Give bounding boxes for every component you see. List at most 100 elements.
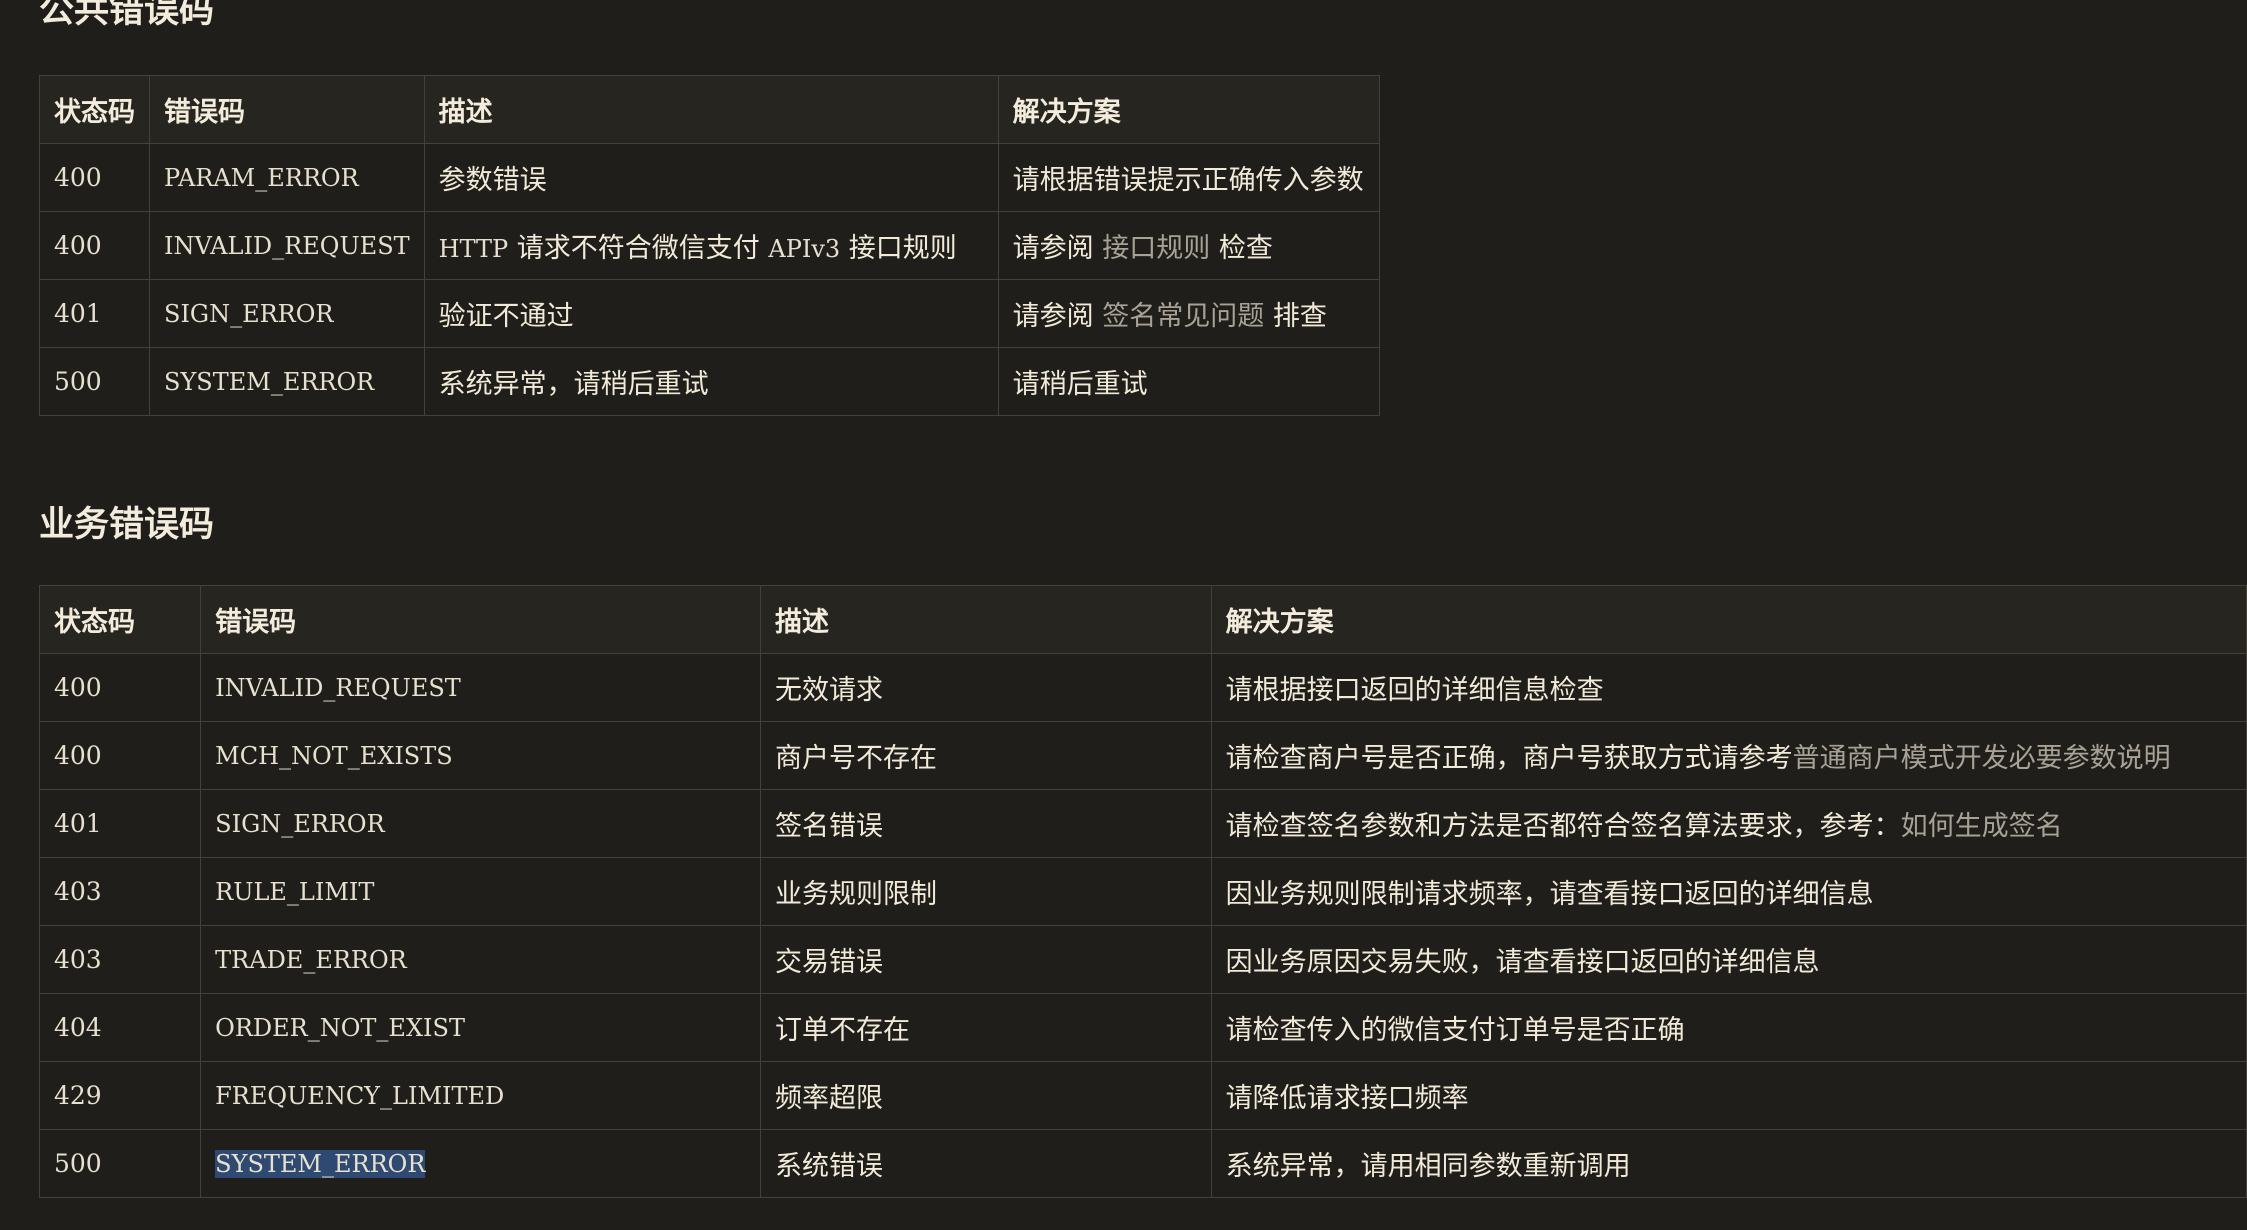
- error-code-text[interactable]: SIGN_ERROR: [215, 810, 385, 838]
- error-code-cell: SYSTEM_ERROR: [149, 347, 425, 416]
- solution-text: 请降低请求接口频率: [1225, 1083, 1469, 1114]
- solution-cell: 请参阅 签名常见问题 排查: [997, 279, 1380, 348]
- solution-cell: 因业务原因交易失败，请查看接口返回的详细信息: [1210, 925, 2247, 994]
- error-code-text[interactable]: TRADE_ERROR: [215, 946, 407, 974]
- solution-cell: 请根据错误提示正确传入参数: [997, 143, 1380, 212]
- doc-link[interactable]: 接口规则: [1102, 233, 1210, 264]
- error-code-text[interactable]: PARAM_ERROR: [164, 164, 359, 192]
- status-code-cell: 400: [38, 653, 202, 722]
- error-code-cell: MCH_NOT_EXISTS: [200, 721, 762, 790]
- error-code-text[interactable]: SYSTEM_ERROR: [164, 368, 374, 396]
- description-text: 交易错误: [775, 947, 884, 978]
- header-solution: 解决方案: [997, 75, 1380, 144]
- selected-error-code-text[interactable]: SYSTEM_ERROR: [215, 1149, 426, 1178]
- error-code-text[interactable]: SIGN_ERROR: [164, 300, 334, 328]
- doc-link[interactable]: 普通商户模式开发必要参数说明: [1793, 743, 2171, 774]
- solution-cell: 请稍后重试: [997, 347, 1380, 416]
- solution-text: 请检查商户号是否正确，商户号获取方式请参考: [1225, 743, 1793, 774]
- status-code-cell: 401: [39, 279, 150, 348]
- solution-text: 请稍后重试: [1012, 369, 1148, 400]
- solution-cell: 请根据接口返回的详细信息检查: [1210, 653, 2247, 722]
- solution-text: 因业务原因交易失败，请查看接口返回的详细信息: [1225, 947, 1820, 978]
- status-code-cell: 400: [39, 211, 150, 280]
- table-row: 400 INVALID_REQUEST 无效请求 请根据接口返回的详细信息检查: [38, 653, 2247, 722]
- error-code-text[interactable]: INVALID_REQUEST: [215, 674, 461, 702]
- business-error-codes-table: 状态码 错误码 描述 解决方案 400 INVALID_REQUEST 无效请求 请根…: [38, 585, 2247, 1198]
- status-code-cell: 500: [38, 1129, 202, 1198]
- solution-text: 请参阅: [1012, 233, 1103, 264]
- error-code-text[interactable]: INVALID_REQUEST: [164, 232, 410, 260]
- solution-text: 系统异常，请用相同参数重新调用: [1225, 1151, 1631, 1182]
- solution-cell: 因业务规则限制请求频率，请查看接口返回的详细信息: [1210, 857, 2247, 926]
- solution-text: 请检查签名参数和方法是否都符合签名算法要求，参考：: [1225, 811, 1901, 842]
- description-cell: 无效请求: [760, 653, 1212, 722]
- description-cell: 频率超限: [760, 1061, 1212, 1130]
- doc-link[interactable]: 签名常见问题: [1102, 301, 1264, 332]
- table-row: 500 SYSTEM_ERROR 系统错误 系统异常，请用相同参数重新调用: [38, 1129, 2247, 1198]
- header-status-code: 状态码: [38, 585, 202, 654]
- error-code-text[interactable]: MCH_NOT_EXISTS: [215, 742, 453, 770]
- description-text: 订单不存在: [775, 1015, 911, 1046]
- solution-text: 检查: [1210, 233, 1273, 264]
- solution-cell: 请检查签名参数和方法是否都符合签名算法要求，参考：如何生成签名: [1210, 789, 2247, 858]
- description-cell: 业务规则限制: [760, 857, 1212, 926]
- table-row: 500 SYSTEM_ERROR 系统异常，请稍后重试 请稍后重试: [39, 347, 1380, 416]
- public-error-codes-body: 400 PARAM_ERROR 参数错误 请根据错误提示正确传入参数 400 INVALI…: [39, 143, 1380, 416]
- error-code-cell: SIGN_ERROR: [149, 279, 425, 348]
- table-row: 400 PARAM_ERROR 参数错误 请根据错误提示正确传入参数: [39, 143, 1380, 212]
- business-error-codes-title: 业务错误码: [39, 505, 215, 545]
- status-code-cell: 403: [38, 857, 202, 926]
- header-solution: 解决方案: [1210, 585, 2247, 654]
- error-code-text[interactable]: FREQUENCY_LIMITED: [215, 1082, 504, 1110]
- solution-text: 请根据接口返回的详细信息检查: [1225, 675, 1604, 706]
- description-text: 系统错误: [775, 1151, 884, 1182]
- description-cell: 系统错误: [760, 1129, 1212, 1198]
- header-error-code: 错误码: [149, 75, 425, 144]
- error-code-cell: PARAM_ERROR: [149, 143, 425, 212]
- solution-text: 请检查传入的微信支付订单号是否正确: [1225, 1015, 1685, 1046]
- status-code-cell: 429: [38, 1061, 202, 1130]
- header-description: 描述: [423, 75, 999, 144]
- table-row: 401 SIGN_ERROR 验证不通过 请参阅 签名常见问题 排查: [39, 279, 1380, 348]
- solution-text: 请参阅: [1012, 301, 1103, 332]
- table-header-row: 状态码 错误码 描述 解决方案: [38, 585, 2247, 654]
- error-code-text[interactable]: RULE_LIMIT: [215, 878, 374, 906]
- business-error-codes-body: 400 INVALID_REQUEST 无效请求 请根据接口返回的详细信息检查 400 M…: [38, 653, 2247, 1198]
- description-text: 接口规则: [840, 233, 957, 264]
- status-code-cell: 500: [39, 347, 150, 416]
- description-text: 商户号不存在: [775, 743, 938, 774]
- solution-text: 因业务规则限制请求频率，请查看接口返回的详细信息: [1225, 879, 1874, 910]
- status-code-cell: 400: [39, 143, 150, 212]
- table-row: 401 SIGN_ERROR 签名错误 请检查签名参数和方法是否都符合签名算法要求，参…: [38, 789, 2247, 858]
- solution-cell: 请检查传入的微信支付订单号是否正确: [1210, 993, 2247, 1062]
- description-text: 验证不通过: [438, 301, 574, 332]
- status-code-cell: 404: [38, 993, 202, 1062]
- table-row: 403 RULE_LIMIT 业务规则限制 因业务规则限制请求频率，请查看接口返回的详…: [38, 857, 2247, 926]
- table-row: 404 ORDER_NOT_EXIST 订单不存在 请检查传入的微信支付订单号是否正确: [38, 993, 2247, 1062]
- solution-text: 排查: [1264, 301, 1327, 332]
- solution-text: 请根据错误提示正确传入参数: [1012, 165, 1364, 196]
- solution-cell: 系统异常，请用相同参数重新调用: [1210, 1129, 2247, 1198]
- table-row: 400 MCH_NOT_EXISTS 商户号不存在 请检查商户号是否正确，商户号获取方…: [38, 721, 2247, 790]
- description-cell: 订单不存在: [760, 993, 1212, 1062]
- solution-cell: 请参阅 接口规则 检查: [997, 211, 1380, 280]
- error-code-cell: INVALID_REQUEST: [149, 211, 425, 280]
- description-text: 签名错误: [775, 811, 884, 842]
- error-code-cell: TRADE_ERROR: [200, 925, 762, 994]
- table-row: 403 TRADE_ERROR 交易错误 因业务原因交易失败，请查看接口返回的详细信息: [38, 925, 2247, 994]
- error-code-cell: ORDER_NOT_EXIST: [200, 993, 762, 1062]
- description-text: 请求不符合微信支付: [508, 233, 769, 264]
- description-text: 业务规则限制: [775, 879, 938, 910]
- doc-link[interactable]: 如何生成签名: [1901, 811, 2063, 842]
- status-code-cell: 403: [38, 925, 202, 994]
- description-cell: HTTP 请求不符合微信支付 APIv3 接口规则: [423, 211, 999, 280]
- description-text: 参数错误: [438, 165, 547, 196]
- table-row: 400 INVALID_REQUEST HTTP 请求不符合微信支付 APIv3 接…: [39, 211, 1380, 280]
- description-cell: 系统异常，请稍后重试: [423, 347, 999, 416]
- status-code-cell: 400: [38, 721, 202, 790]
- description-cell: 交易错误: [760, 925, 1212, 994]
- table-header-row: 状态码 错误码 描述 解决方案: [39, 75, 1380, 144]
- table-row: 429 FREQUENCY_LIMITED 频率超限 请降低请求接口频率: [38, 1061, 2247, 1130]
- solution-cell: 请降低请求接口频率: [1210, 1061, 2247, 1130]
- error-code-text[interactable]: ORDER_NOT_EXIST: [215, 1014, 465, 1042]
